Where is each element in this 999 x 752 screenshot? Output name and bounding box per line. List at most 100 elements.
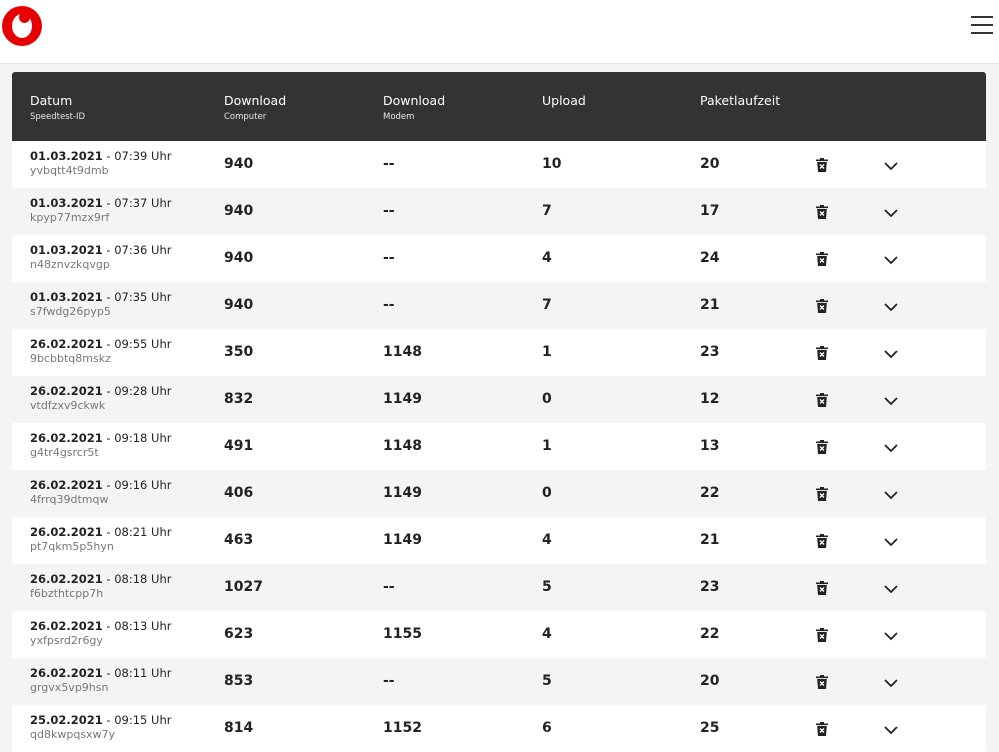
table-row[interactable]: 01.03.2021 - 07:36 Uhr n48znvzkqvgp 940 -- 4…: [12, 235, 986, 282]
trash-icon[interactable]: [816, 580, 828, 595]
download-modem-value: --: [383, 203, 395, 219]
trash-icon[interactable]: [816, 627, 828, 642]
table-row[interactable]: 25.02.2021 - 09:15 Uhr qd8kwpqsxw7y 814 115…: [12, 705, 986, 752]
test-time: 09:55 Uhr: [114, 337, 172, 351]
date-cell: 01.03.2021 - 07:36 Uhr n48znvzkqvgp: [30, 243, 171, 271]
table-row[interactable]: 01.03.2021 - 07:37 Uhr kpyp77mzx9rf 940 -- 7…: [12, 188, 986, 235]
test-time: 08:11 Uhr: [114, 666, 172, 680]
paketlaufzeit-value: 13: [700, 438, 720, 454]
column-header-datum: Datum Speedtest-ID: [30, 93, 85, 122]
trash-icon[interactable]: [816, 298, 828, 313]
chevron-down-icon[interactable]: [883, 157, 899, 171]
table-row[interactable]: 26.02.2021 - 09:55 Uhr 9bcbbtq8mskz 350 114…: [12, 329, 986, 376]
download-modem-value: --: [383, 673, 395, 689]
chevron-down-icon[interactable]: [883, 721, 899, 735]
trash-icon[interactable]: [816, 439, 828, 454]
paketlaufzeit-value: 23: [700, 344, 720, 360]
chevron-down-icon[interactable]: [883, 674, 899, 688]
upload-value: 4: [542, 532, 552, 548]
chevron-down-icon[interactable]: [883, 251, 899, 265]
table-row[interactable]: 26.02.2021 - 08:21 Uhr pt7qkm5p5hyn 463 114…: [12, 517, 986, 564]
download-modem-value: --: [383, 579, 395, 595]
date-line: 26.02.2021 - 09:16 Uhr: [30, 478, 171, 492]
date-cell: 26.02.2021 - 08:13 Uhr yxfpsrd2r6gy: [30, 619, 171, 647]
chevron-down-icon[interactable]: [883, 298, 899, 312]
download-modem-value: 1149: [383, 485, 422, 501]
date-cell: 26.02.2021 - 08:11 Uhr grgvx5vp9hsn: [30, 666, 171, 694]
trash-icon[interactable]: [816, 721, 828, 736]
column-label: Datum: [30, 93, 73, 108]
chevron-down-icon[interactable]: [883, 627, 899, 641]
chevron-down-icon[interactable]: [883, 392, 899, 406]
upload-value: 7: [542, 203, 552, 219]
column-sublabel: Modem: [383, 112, 415, 122]
trash-icon[interactable]: [816, 486, 828, 501]
table-row[interactable]: 26.02.2021 - 09:28 Uhr vtdfzxv9ckwk 832 114…: [12, 376, 986, 423]
date-cell: 26.02.2021 - 08:18 Uhr f6bzthtcpp7h: [30, 572, 171, 600]
download-computer-value: 491: [224, 438, 254, 454]
trash-icon[interactable]: [816, 345, 828, 360]
date-cell: 26.02.2021 - 09:55 Uhr 9bcbbtq8mskz: [30, 337, 171, 365]
trash-icon[interactable]: [816, 251, 828, 266]
test-time: 09:15 Uhr: [114, 713, 172, 727]
chevron-down-icon[interactable]: [883, 533, 899, 547]
paketlaufzeit-value: 17: [700, 203, 720, 219]
table-row[interactable]: 26.02.2021 - 09:18 Uhr g4tr4gsrcr5t 491 114…: [12, 423, 986, 470]
date-line: 25.02.2021 - 09:15 Uhr: [30, 713, 171, 727]
paketlaufzeit-value: 23: [700, 579, 720, 595]
table-row[interactable]: 26.02.2021 - 08:13 Uhr yxfpsrd2r6gy 623 115…: [12, 611, 986, 658]
speedtest-id: yxfpsrd2r6gy: [30, 634, 103, 647]
date-line: 01.03.2021 - 07:39 Uhr: [30, 149, 171, 163]
download-modem-value: 1148: [383, 344, 422, 360]
test-date: 01.03.2021: [30, 196, 103, 210]
speedtest-id: kpyp77mzx9rf: [30, 211, 110, 224]
trash-icon[interactable]: [816, 674, 828, 689]
test-time: 08:21 Uhr: [114, 525, 172, 539]
date-separator: -: [102, 666, 115, 680]
date-separator: -: [102, 290, 115, 304]
chevron-down-icon[interactable]: [883, 204, 899, 218]
date-separator: -: [102, 243, 115, 257]
trash-icon[interactable]: [816, 157, 828, 172]
test-time: 07:35 Uhr: [114, 290, 172, 304]
chevron-down-icon[interactable]: [883, 345, 899, 359]
test-time: 08:13 Uhr: [114, 619, 172, 633]
test-time: 08:18 Uhr: [114, 572, 172, 586]
download-computer-value: 406: [224, 485, 254, 501]
date-cell: 01.03.2021 - 07:37 Uhr kpyp77mzx9rf: [30, 196, 171, 224]
download-computer-value: 832: [224, 391, 254, 407]
vodafone-logo[interactable]: [2, 6, 42, 46]
hamburger-menu-icon[interactable]: [971, 16, 993, 34]
test-date: 01.03.2021: [30, 149, 103, 163]
table-row[interactable]: 26.02.2021 - 08:18 Uhr f6bzthtcpp7h 1027 --…: [12, 564, 986, 611]
download-computer-value: 940: [224, 156, 254, 172]
trash-icon[interactable]: [816, 204, 828, 219]
table-row[interactable]: 26.02.2021 - 09:16 Uhr 4frrq39dtmqw 406 114…: [12, 470, 986, 517]
chevron-down-icon[interactable]: [883, 439, 899, 453]
download-modem-value: --: [383, 156, 395, 172]
table-row[interactable]: 01.03.2021 - 07:39 Uhr yvbqtt4t9dmb 940 -- 1…: [12, 141, 986, 188]
test-date: 25.02.2021: [30, 713, 103, 727]
trash-icon[interactable]: [816, 392, 828, 407]
trash-icon[interactable]: [816, 533, 828, 548]
menu-line: [971, 24, 993, 26]
upload-value: 7: [542, 297, 552, 313]
date-cell: 26.02.2021 - 09:18 Uhr g4tr4gsrcr5t: [30, 431, 171, 459]
chevron-down-icon[interactable]: [883, 580, 899, 594]
column-header-download-modem: Download Modem: [383, 93, 445, 122]
speedtest-id: s7fwdg26pyp5: [30, 305, 111, 318]
table-row[interactable]: 01.03.2021 - 07:35 Uhr s7fwdg26pyp5 940 -- 7…: [12, 282, 986, 329]
upload-value: 1: [542, 438, 552, 454]
column-header-upload: Upload: [542, 93, 586, 108]
date-separator: -: [102, 384, 115, 398]
upload-value: 5: [542, 673, 552, 689]
speedtest-id: 4frrq39dtmqw: [30, 493, 109, 506]
test-time: 07:39 Uhr: [114, 149, 172, 163]
paketlaufzeit-value: 25: [700, 720, 720, 736]
speedtest-id: vtdfzxv9ckwk: [30, 399, 106, 412]
chevron-down-icon[interactable]: [883, 486, 899, 500]
paketlaufzeit-value: 21: [700, 532, 720, 548]
test-time: 09:28 Uhr: [114, 384, 172, 398]
table-row[interactable]: 26.02.2021 - 08:11 Uhr grgvx5vp9hsn 853 -- 5…: [12, 658, 986, 705]
date-separator: -: [102, 572, 115, 586]
